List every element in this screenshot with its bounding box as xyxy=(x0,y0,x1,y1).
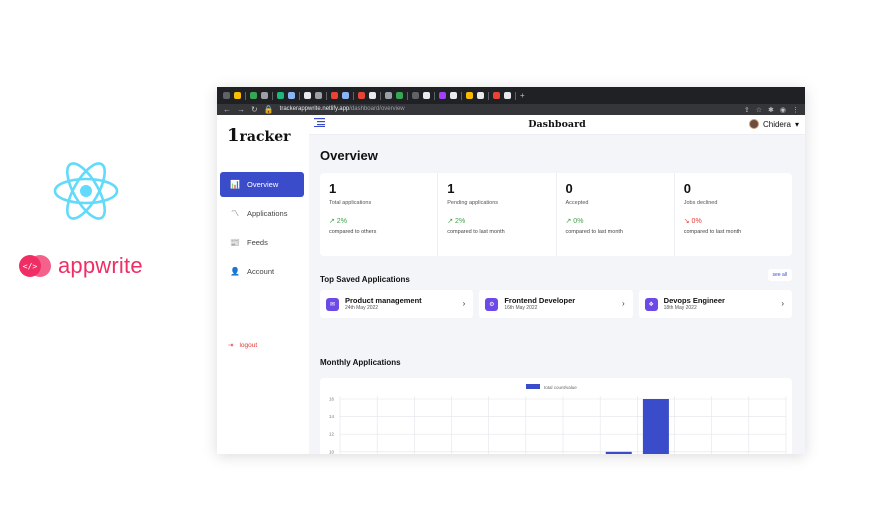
monthly-applications-chart: total count/value161412108 xyxy=(329,384,787,454)
sidebar-item-label: Feeds xyxy=(247,238,268,247)
share-icon[interactable]: ⇪ xyxy=(744,106,750,114)
see-all-button[interactable]: see all xyxy=(767,269,792,281)
sidebar-item-label: Applications xyxy=(247,209,288,218)
saved-application-card[interactable]: ✉ Product management 24th May 2022 › xyxy=(320,290,474,318)
browser-window: + ← → ↻ 🔒 trackerappwrite.netlify.app/da… xyxy=(217,87,805,454)
sidebar-item-overview[interactable]: 📊 Overview xyxy=(220,172,304,197)
sidebar-item-label: Account xyxy=(247,267,275,276)
trend-icon: 〽 xyxy=(231,209,239,218)
chevron-right-icon: › xyxy=(781,299,784,308)
stats-card: 1 Total applications ↗ 2% compared to ot… xyxy=(320,173,792,256)
browser-tab-bar[interactable]: + xyxy=(217,87,805,104)
saved-applications-heading: Top Saved Applications xyxy=(320,275,410,284)
new-tab-button[interactable]: + xyxy=(520,90,525,101)
chevron-down-icon: ▾ xyxy=(794,119,799,129)
back-icon[interactable]: ← xyxy=(223,104,231,115)
stat-subtext: compared to others xyxy=(329,229,377,235)
svg-text:</>: </> xyxy=(23,262,38,271)
react-atom-icon xyxy=(53,162,119,220)
y-tick-label: 16 xyxy=(329,397,335,402)
monthly-chart-card: total count/value161412108 xyxy=(320,378,792,454)
bar xyxy=(605,451,632,454)
feed-icon: 📰 xyxy=(230,238,240,247)
app-header: Dashboard Chidera ▾ xyxy=(309,115,805,135)
briefcase-icon: ✉ xyxy=(326,297,339,311)
appwrite-logo: </> appwrite xyxy=(18,251,143,281)
user-menu[interactable]: Chidera ▾ xyxy=(748,119,799,129)
sidebar-item-account[interactable]: 👤 Account xyxy=(220,259,304,284)
avatar xyxy=(748,119,759,129)
stat-value: 1 xyxy=(329,181,337,196)
bar-chart-icon: 📊 xyxy=(230,180,240,189)
reload-icon[interactable]: ↻ xyxy=(251,104,258,115)
stat-total-applications: 1 Total applications ↗ 2% compared to ot… xyxy=(320,173,439,256)
overview-heading: Overview xyxy=(320,148,378,163)
saved-application-date: 18th May 2022 xyxy=(663,305,697,311)
stat-accepted: 0 Accepted ↗ 0% compared to last month xyxy=(557,173,675,256)
extensions-icon[interactable]: ✱ xyxy=(768,106,774,114)
stat-change: ↘ 0% xyxy=(683,218,702,225)
app-root: 1racker 📊 Overview 〽 Applications 📰 Feed… xyxy=(217,115,805,454)
stat-label: Jobs declined xyxy=(683,200,718,206)
stat-change: ↗ 2% xyxy=(329,218,347,225)
stat-value: 1 xyxy=(447,181,455,196)
y-tick-label: 10 xyxy=(329,449,335,454)
stat-subtext: compared to last month xyxy=(683,229,742,235)
stat-change: ↗ 2% xyxy=(447,218,466,225)
url-field[interactable]: trackerappwrite.netlify.app/dashboard/ov… xyxy=(280,104,405,115)
stat-jobs-declined: 0 Jobs declined ↘ 0% compared to last mo… xyxy=(675,173,792,256)
saved-applications-list: ✉ Product management 24th May 2022 › ⚙ F… xyxy=(320,290,792,318)
page: </> appwrite + ← → ↻ 🔒 trackerappwrite.n… xyxy=(0,0,880,523)
sidebar-item-label: Overview xyxy=(247,180,279,189)
stat-value: 0 xyxy=(683,181,691,196)
app-logo[interactable]: 1racker xyxy=(227,125,291,146)
bookmark-star-icon[interactable]: ☆ xyxy=(756,106,762,114)
saved-application-name: Frontend Developer xyxy=(504,296,576,305)
stat-pending-applications: 1 Pending applications ↗ 2% compared to … xyxy=(438,173,557,256)
sidebar-item-feeds[interactable]: 📰 Feeds xyxy=(220,230,304,255)
logout-icon: ⇥ xyxy=(228,342,234,349)
bar xyxy=(642,399,669,454)
sidebar-item-applications[interactable]: 〽 Applications xyxy=(220,201,304,226)
stat-subtext: compared to last month xyxy=(447,229,505,235)
stat-label: Total applications xyxy=(329,200,372,206)
forward-icon[interactable]: → xyxy=(237,104,245,115)
stat-value: 0 xyxy=(565,181,573,196)
saved-application-name: Devops Engineer xyxy=(663,296,725,305)
saved-application-name: Product management xyxy=(345,296,422,305)
monthly-applications-heading: Monthly Applications xyxy=(320,358,401,367)
y-tick-label: 12 xyxy=(329,432,335,437)
profile-icon[interactable]: ◉ xyxy=(780,106,786,114)
appwrite-mark-icon: </> xyxy=(19,255,51,277)
logout-button[interactable]: ⇥ logout xyxy=(228,341,258,350)
saved-application-date: 24th May 2022 xyxy=(345,305,379,311)
sidebar: 1racker 📊 Overview 〽 Applications 📰 Feed… xyxy=(217,115,309,454)
dropbox-icon: ❖ xyxy=(644,297,658,311)
appwrite-wordmark: appwrite xyxy=(58,253,143,278)
user-name: Chidera xyxy=(762,119,791,129)
legend-label: total count/value xyxy=(544,385,577,390)
chevron-right-icon: › xyxy=(462,299,466,308)
lock-icon: 🔒 xyxy=(263,105,274,114)
account-icon: 👤 xyxy=(230,267,240,276)
stat-subtext: compared to last month xyxy=(565,229,623,235)
saved-application-card[interactable]: ⚙ Frontend Developer 16th May 2022 › xyxy=(479,290,633,318)
y-tick-label: 14 xyxy=(329,414,335,419)
page-title: Dashboard xyxy=(528,119,586,130)
stat-change: ↗ 0% xyxy=(565,218,584,225)
chevron-right-icon: › xyxy=(621,299,625,308)
gear-icon: ⚙ xyxy=(485,297,499,311)
browser-menu-icon[interactable]: ⋮ xyxy=(792,106,799,114)
main-content: Overview 1 Total applications ↗ 2% compa… xyxy=(309,135,805,454)
saved-application-date: 16th May 2022 xyxy=(504,305,538,311)
stat-label: Pending applications xyxy=(447,200,499,206)
saved-application-card[interactable]: ❖ Devops Engineer 18th May 2022 › xyxy=(638,290,792,318)
logout-label: logout xyxy=(239,341,258,349)
stat-label: Accepted xyxy=(565,200,589,206)
legend-swatch xyxy=(526,384,540,389)
address-bar: ← → ↻ 🔒 trackerappwrite.netlify.app/dash… xyxy=(217,104,805,115)
